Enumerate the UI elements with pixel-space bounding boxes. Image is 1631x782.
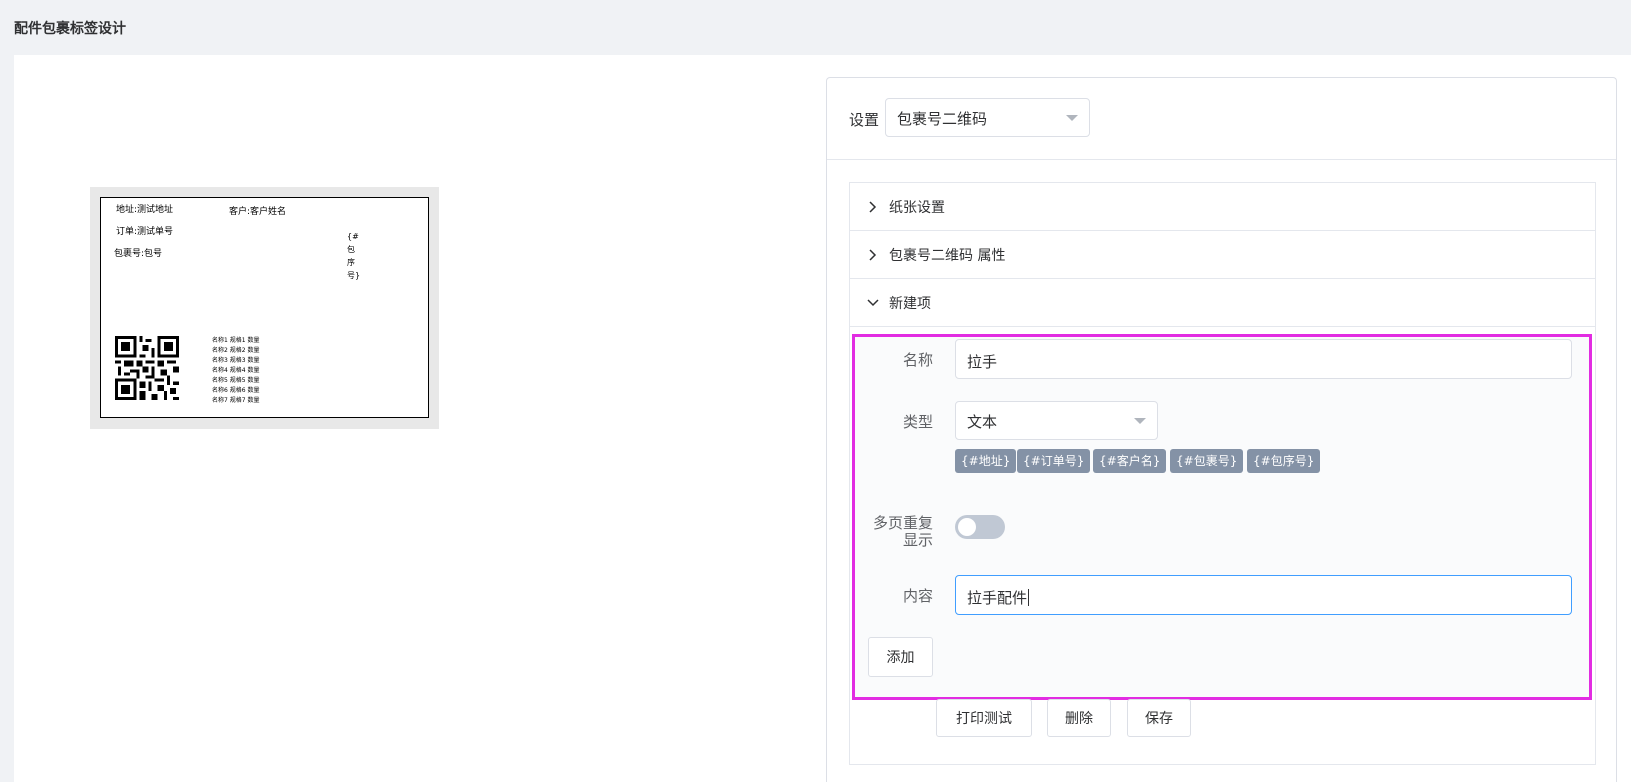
preview-item: 名称6 规格6 数量 (212, 387, 260, 394)
settings-header: 设置 包裹号二维码 (827, 78, 1616, 160)
preview-item: 名称3 规格3 数量 (212, 357, 260, 364)
content-input-value: 拉手配件 (967, 587, 1030, 608)
save-button[interactable]: 保存 (1127, 699, 1191, 737)
label-preview: 地址:测试地址 客户:客户姓名 订单:测试单号 包裹号:包号 {#包序号} 名称… (90, 187, 439, 429)
tag-package-number[interactable]: {#包裹号} (1170, 449, 1244, 473)
preview-item-list[interactable]: 名称1 规格1 数量 名称2 规格2 数量 名称3 规格3 数量 名称4 规格4… (212, 336, 259, 406)
preview-sequence[interactable]: {#包序号} (347, 230, 360, 282)
name-input-value: 拉手 (967, 353, 998, 371)
repeat-switch[interactable] (955, 515, 1005, 539)
chevron-down-icon (1134, 418, 1146, 424)
name-label: 名称 (902, 351, 933, 369)
page-header: 配件包裹标签设计 (0, 0, 1631, 55)
print-test-button[interactable]: 打印测试 (936, 699, 1032, 737)
tag-address[interactable]: {#地址} (955, 449, 1017, 473)
preview-item: 名称7 规格7 数量 (212, 397, 260, 404)
collapse-title: 新建项 (889, 296, 931, 312)
preview-address[interactable]: 地址:测试地址 (116, 205, 173, 215)
text-cursor (1028, 589, 1030, 606)
switch-knob (958, 518, 976, 536)
add-button[interactable]: 添加 (868, 637, 933, 677)
type-select[interactable]: 文本 (955, 401, 1158, 440)
chevron-down-icon (1066, 115, 1078, 121)
repeat-label-line: 多页重复 (872, 514, 933, 532)
element-select[interactable]: 包裹号二维码 (885, 98, 1090, 137)
content-label: 内容 (902, 587, 933, 605)
tag-sequence-number[interactable]: {#包序号} (1247, 449, 1321, 473)
settings-label: 设置 (849, 111, 880, 129)
collapse-new-item[interactable]: 新建项 (850, 279, 1595, 327)
page-title: 配件包裹标签设计 (14, 21, 126, 37)
tag-order-number[interactable]: {#订单号} (1017, 449, 1091, 473)
collapse-title: 纸张设置 (889, 200, 945, 216)
collapse-paper-settings[interactable]: 纸张设置 (850, 183, 1595, 231)
preview-customer[interactable]: 客户:客户姓名 (229, 207, 286, 217)
collapse-title: 包裹号二维码 属性 (889, 248, 1006, 264)
preview-item: 名称2 规格2 数量 (212, 347, 260, 354)
repeat-label-line: 显示 (902, 531, 933, 549)
preview-order[interactable]: 订单:测试单号 (116, 227, 173, 237)
name-input[interactable]: 拉手 (955, 339, 1572, 379)
qr-code-image[interactable] (115, 336, 179, 400)
tag-customer-name[interactable]: {#客户名} (1093, 449, 1167, 473)
type-select-value: 文本 (967, 413, 998, 431)
content-input-text: 拉手配件 (967, 589, 1028, 607)
content-input[interactable]: 拉手配件 (955, 575, 1572, 615)
chevron-right-icon (869, 249, 877, 261)
element-select-value: 包裹号二维码 (897, 110, 988, 128)
preview-item: 名称1 规格1 数量 (212, 337, 260, 344)
preview-item: 名称4 规格4 数量 (212, 367, 260, 374)
type-label: 类型 (902, 413, 933, 431)
collapse-properties[interactable]: 包裹号二维码 属性 (850, 231, 1595, 279)
chevron-down-icon (867, 299, 879, 307)
delete-button[interactable]: 删除 (1047, 699, 1111, 737)
preview-item: 名称5 规格5 数量 (212, 377, 260, 384)
chevron-right-icon (869, 201, 877, 213)
label-canvas[interactable]: 地址:测试地址 客户:客户姓名 订单:测试单号 包裹号:包号 {#包序号} 名称… (100, 197, 429, 418)
preview-package[interactable]: 包裹号:包号 (114, 249, 162, 259)
new-item-form: 名称 拉手 类型 文本 {#地址} {#订单号} {#客户名} {#包裹号} {… (852, 334, 1592, 700)
repeat-label: 多页重复 显示 (855, 515, 933, 549)
